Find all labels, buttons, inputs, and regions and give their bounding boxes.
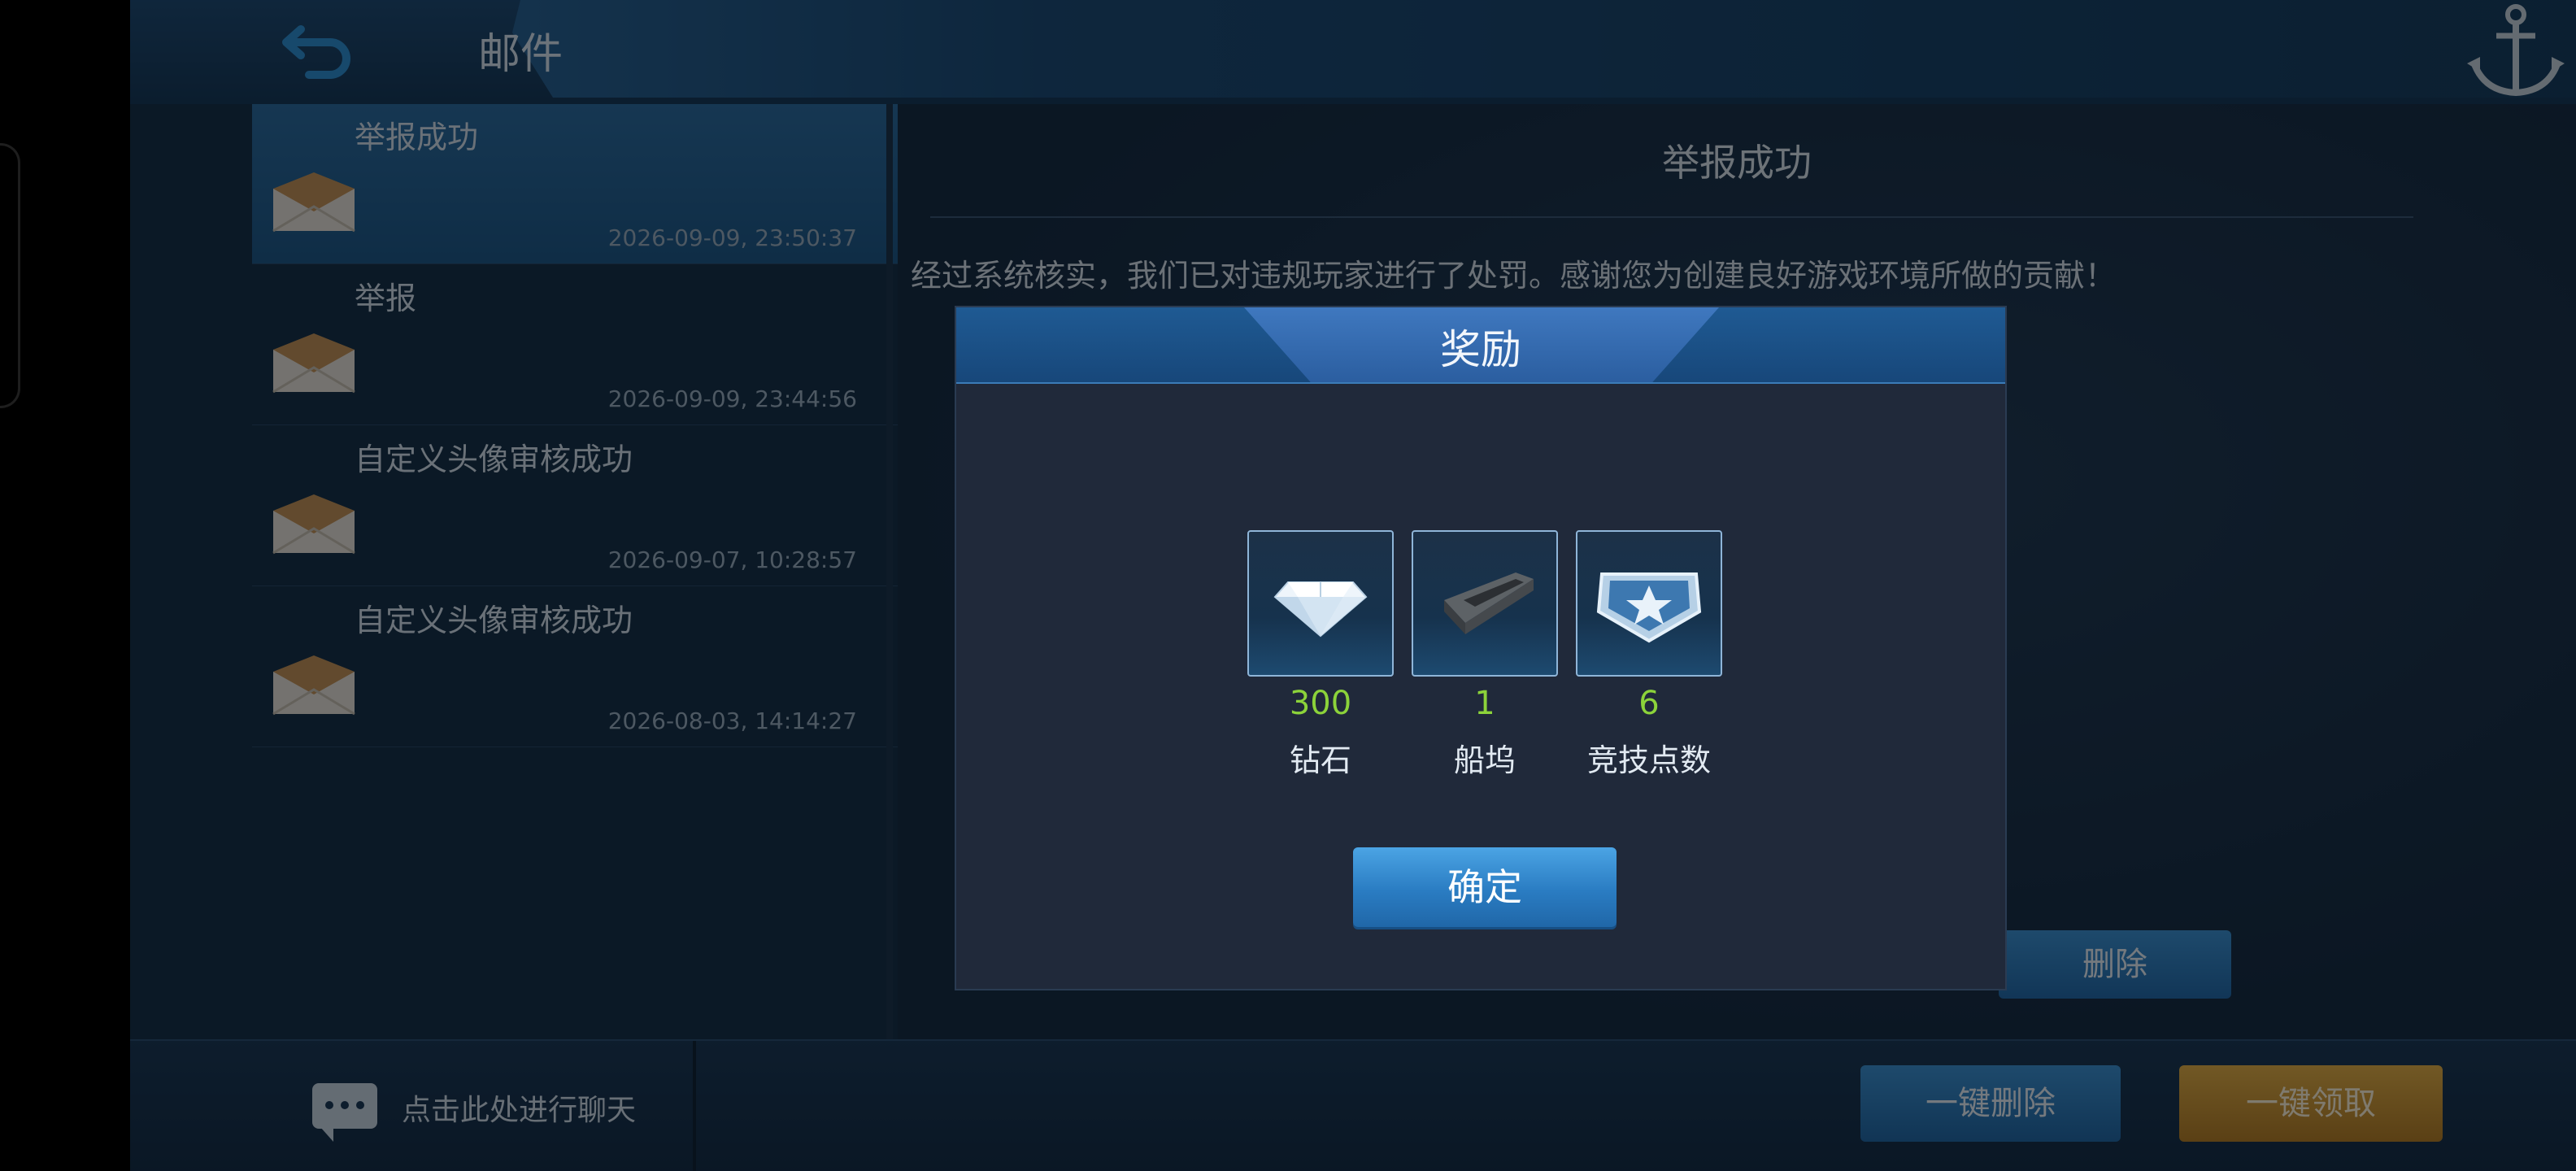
reward-name: 竞技点数 [1586,742,1711,778]
reward-count: 6 [1638,685,1660,722]
dialog-header: 奖励 [956,307,2005,384]
confirm-button[interactable]: 确定 [1353,847,1617,927]
dialog-title: 奖励 [1440,326,1521,373]
reward-slot[interactable] [1247,530,1394,677]
reward-slot[interactable] [1412,530,1558,677]
reward-dialog: 奖励 300 钻石 1 船坞 6 竞技点数 确定 [955,306,2007,990]
mail-screen: 邮件 举报成功 2026-09-09, 23:50:37 举报 [130,0,2576,1171]
dock-icon [1444,572,1534,634]
star-badge-icon [1596,572,1702,643]
diamond-icon [1273,581,1368,638]
screen-bezel [0,143,20,408]
reward-slot[interactable] [1576,530,1722,677]
